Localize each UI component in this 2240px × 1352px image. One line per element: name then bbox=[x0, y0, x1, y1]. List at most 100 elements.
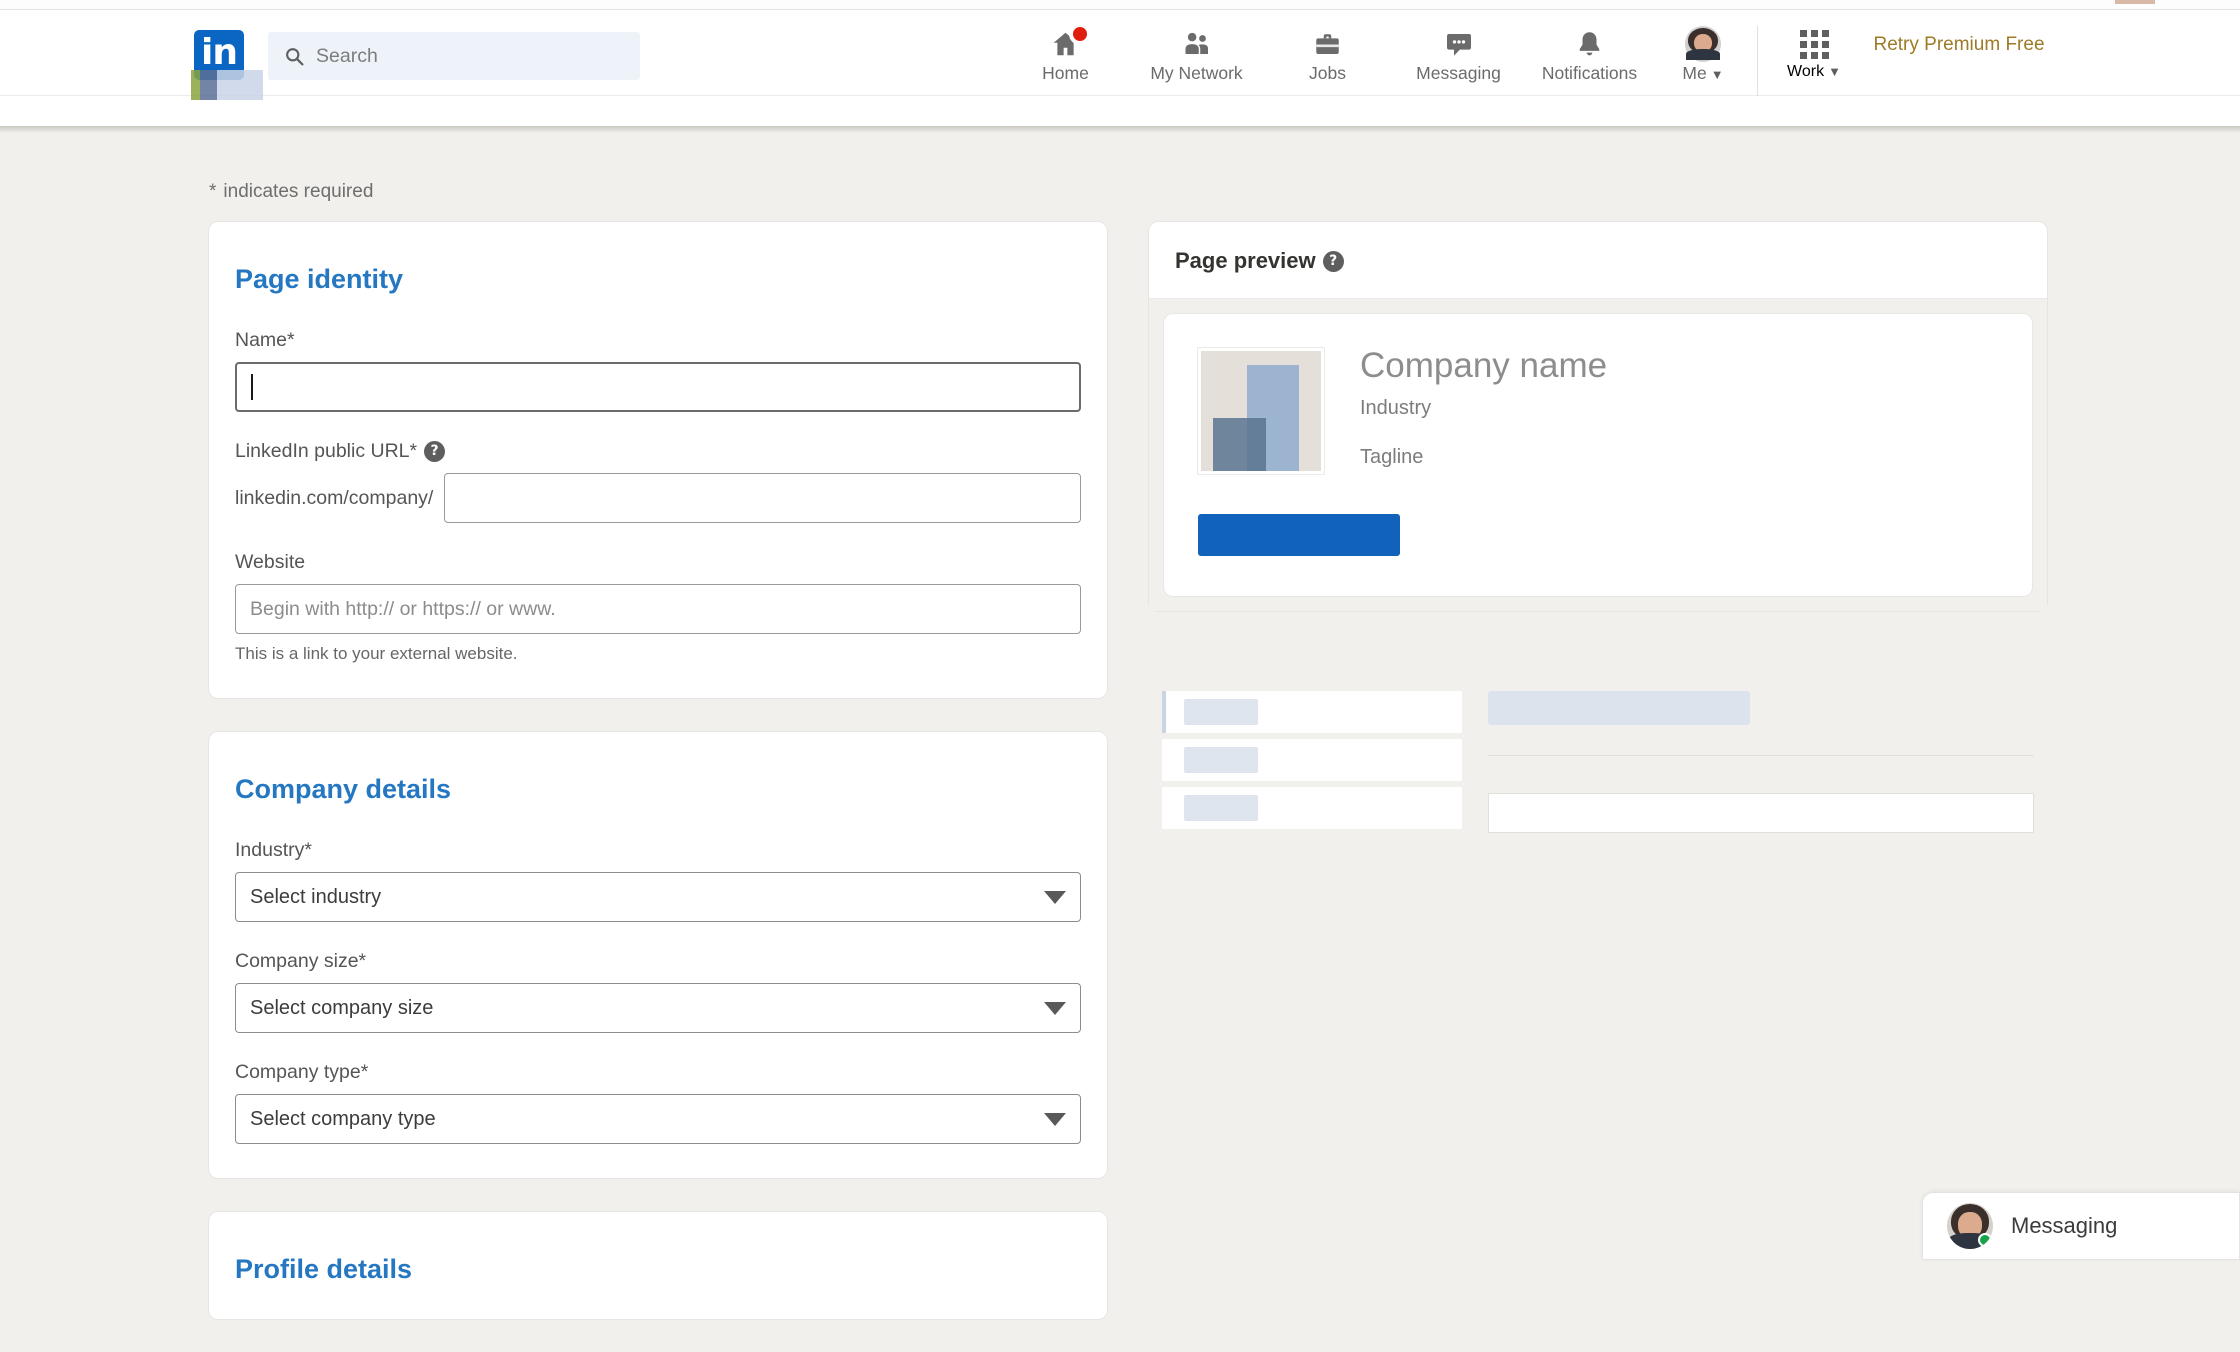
industry-field: Industry* Select industry bbox=[235, 839, 1081, 922]
required-star: * bbox=[209, 181, 216, 202]
name-label: Name* bbox=[235, 329, 1081, 352]
preview-company-name: Company name bbox=[1360, 348, 1607, 385]
nav-item-label: My Network bbox=[1150, 63, 1242, 84]
avatar bbox=[1685, 27, 1721, 60]
nav-item-label: Messaging bbox=[1416, 63, 1501, 84]
company-type-label: Company type* bbox=[235, 1061, 1081, 1084]
company-size-label: Company size* bbox=[235, 950, 1081, 973]
website-input[interactable]: Begin with http:// or https:// or www. bbox=[235, 584, 1081, 634]
public-url-input[interactable] bbox=[444, 473, 1081, 523]
chevron-down-icon bbox=[1044, 891, 1066, 904]
online-status-dot bbox=[1978, 1233, 1992, 1247]
page-preview-card: Page preview ? Company name Industry Tag… bbox=[1148, 221, 2048, 612]
industry-label: Industry* bbox=[235, 839, 1081, 862]
chevron-down-icon bbox=[1044, 1002, 1066, 1015]
website-hint: This is a link to your external website. bbox=[235, 644, 1081, 664]
retry-premium-link[interactable]: Retry Premium Free bbox=[1870, 18, 2048, 58]
nav-item-notifications[interactable]: Notifications bbox=[1524, 18, 1655, 90]
chevron-down-icon: ▼ bbox=[1711, 67, 1724, 82]
public-url-field: LinkedIn public URL*? linkedin.com/compa… bbox=[235, 440, 1081, 523]
name-input[interactable] bbox=[235, 362, 1081, 412]
content-fragment bbox=[191, 70, 263, 100]
industry-select[interactable]: Select industry bbox=[235, 872, 1081, 922]
messaging-widget[interactable]: Messaging bbox=[1922, 1192, 2240, 1260]
public-url-row: linkedin.com/company/ bbox=[235, 473, 1081, 523]
skeleton-list bbox=[1162, 691, 1462, 835]
global-nav: in Search Home My Networ bbox=[0, 10, 2240, 96]
company-details-title: Company details bbox=[235, 774, 1081, 805]
nav-item-label: Home bbox=[1042, 63, 1089, 84]
nav-item-label: Me bbox=[1682, 63, 1706, 83]
public-url-label: LinkedIn public URL* bbox=[235, 440, 417, 462]
bell-icon bbox=[1574, 27, 1605, 60]
messaging-label: Messaging bbox=[2011, 1213, 2117, 1239]
browser-chrome-sliver bbox=[0, 0, 2240, 10]
required-note: * indicates required bbox=[209, 181, 373, 203]
chevron-down-icon bbox=[1044, 1113, 1066, 1126]
name-field: Name* bbox=[235, 329, 1081, 412]
question-mark-icon[interactable]: ? bbox=[1323, 251, 1344, 272]
company-type-select-value: Select company type bbox=[250, 1108, 436, 1131]
chevron-down-icon: ▼ bbox=[1828, 64, 1841, 79]
skeleton-panel-group bbox=[1488, 691, 2034, 833]
search-placeholder: Search bbox=[316, 45, 378, 68]
company-size-field: Company size* Select company size bbox=[235, 950, 1081, 1033]
skeleton-row bbox=[1162, 739, 1462, 781]
preview-tagline: Tagline bbox=[1360, 446, 1607, 469]
skeleton-panel bbox=[1488, 793, 2034, 833]
company-details-card: Company details Industry* Select industr… bbox=[208, 731, 1108, 1179]
notification-badge bbox=[1069, 23, 1091, 45]
nav-shadow bbox=[0, 126, 2240, 133]
preview-industry: Industry bbox=[1360, 397, 1607, 420]
nav-item-label: Jobs bbox=[1309, 63, 1346, 84]
public-url-prefix: linkedin.com/company/ bbox=[235, 487, 433, 510]
required-note-text: indicates required bbox=[223, 181, 373, 202]
text-cursor bbox=[251, 374, 253, 400]
briefcase-icon bbox=[1312, 27, 1343, 60]
page-identity-card: Page identity Name* LinkedIn public URL*… bbox=[208, 221, 1108, 699]
skeleton-bar bbox=[1488, 691, 1750, 725]
messaging-avatar bbox=[1947, 1203, 1993, 1249]
preview-skeleton bbox=[1148, 691, 2048, 835]
nav-item-me[interactable]: Me ▼ bbox=[1655, 18, 1751, 90]
company-type-select[interactable]: Select company type bbox=[235, 1094, 1081, 1144]
profile-details-title: Profile details bbox=[235, 1254, 1081, 1285]
page-body: * indicates required Page identity Name* … bbox=[0, 133, 2240, 1260]
nav-item-label: Notifications bbox=[1542, 63, 1637, 84]
page-preview-body: Company name Industry Tagline bbox=[1149, 299, 2047, 611]
page-preview-title: Page preview bbox=[1175, 248, 1316, 274]
search-input[interactable]: Search bbox=[268, 32, 640, 80]
grid-icon bbox=[1800, 30, 1828, 58]
nav-item-home[interactable]: Home bbox=[1000, 18, 1131, 90]
profile-details-card: Profile details bbox=[208, 1211, 1108, 1320]
website-field: Website Begin with http:// or https:// o… bbox=[235, 551, 1081, 664]
website-label: Website bbox=[235, 551, 1081, 574]
page-preview-header: Page preview ? bbox=[1149, 222, 2047, 299]
website-placeholder: Begin with http:// or https:// or www. bbox=[250, 598, 556, 621]
scrolled-content-strip bbox=[0, 96, 2240, 126]
home-icon bbox=[1049, 27, 1082, 60]
industry-select-value: Select industry bbox=[250, 886, 381, 909]
company-size-select[interactable]: Select company size bbox=[235, 983, 1081, 1033]
nav-item-jobs[interactable]: Jobs bbox=[1262, 18, 1393, 90]
company-logo-placeholder bbox=[1198, 348, 1324, 474]
question-mark-icon[interactable]: ? bbox=[424, 441, 445, 462]
preview-column: Page preview ? Company name Industry Tag… bbox=[1148, 221, 2048, 612]
nav-items: Home My Network Jobs bbox=[1000, 18, 2048, 90]
preview-cta-button[interactable] bbox=[1198, 514, 1400, 556]
people-icon bbox=[1180, 27, 1213, 60]
form-column: Page identity Name* LinkedIn public URL*… bbox=[208, 221, 1108, 1352]
company-preview: Company name Industry Tagline bbox=[1163, 313, 2033, 597]
skeleton-row bbox=[1162, 787, 1462, 829]
browser-tab-fragment bbox=[2115, 0, 2155, 4]
nav-item-work[interactable]: Work▼ bbox=[1758, 18, 1870, 90]
search-icon bbox=[284, 46, 305, 67]
company-size-select-value: Select company size bbox=[250, 997, 433, 1020]
nav-item-messaging[interactable]: Messaging bbox=[1393, 18, 1524, 90]
skeleton-row bbox=[1162, 691, 1462, 733]
page-identity-title: Page identity bbox=[235, 264, 1081, 295]
chat-bubble-icon bbox=[1443, 27, 1475, 60]
skeleton-divider bbox=[1488, 755, 2034, 756]
company-type-field: Company type* Select company type bbox=[235, 1061, 1081, 1144]
nav-item-my-network[interactable]: My Network bbox=[1131, 18, 1262, 90]
